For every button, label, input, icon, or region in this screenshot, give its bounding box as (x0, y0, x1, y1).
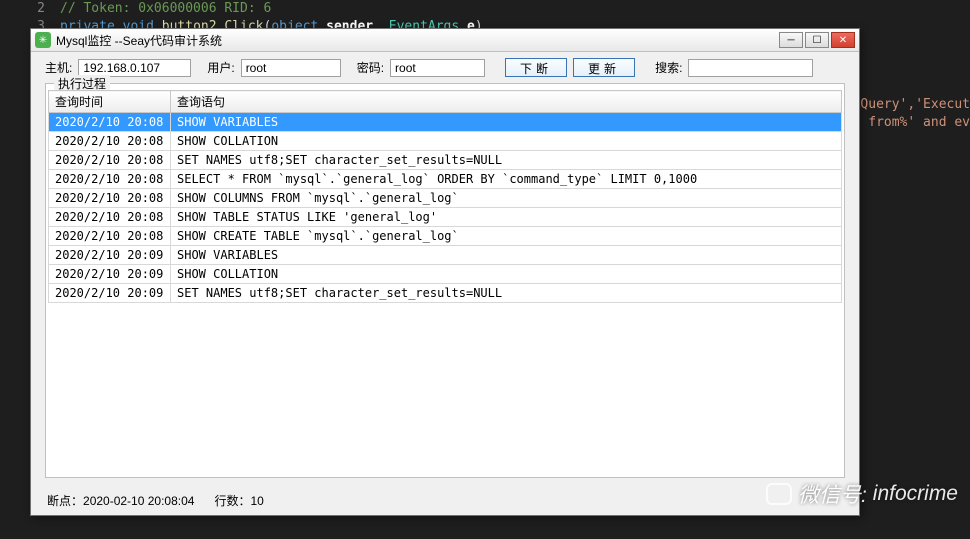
app-icon: ✳ (35, 32, 51, 48)
table-row[interactable]: 2020/2/10 20:09SET NAMES utf8;SET charac… (49, 284, 842, 303)
password-input[interactable] (390, 59, 485, 77)
cell-sql: SET NAMES utf8;SET character_set_results… (171, 284, 842, 303)
cell-time: 2020/2/10 20:08 (49, 189, 171, 208)
watermark-value: infocrime (873, 482, 958, 506)
cell-sql: SHOW CREATE TABLE `mysql`.`general_log` (171, 227, 842, 246)
search-input[interactable] (688, 59, 813, 77)
user-input[interactable] (241, 59, 341, 77)
cell-sql: SHOW COLLATION (171, 265, 842, 284)
search-label: 搜索: (655, 59, 682, 76)
cell-time: 2020/2/10 20:09 (49, 284, 171, 303)
overflow-code-text: Query','Execut from%' and ev (860, 96, 970, 132)
toolbar: 主机: 用户: 密码: 下断 更新 搜索: (31, 52, 859, 83)
title-bar[interactable]: ✳ Mysql监控 --Seay代码审计系统 ─ ☐ ✕ (31, 29, 859, 52)
user-label: 用户: (207, 59, 234, 76)
cell-time: 2020/2/10 20:08 (49, 132, 171, 151)
breakpoint-value: 2020-02-10 20:08:04 (83, 494, 194, 508)
column-header-time[interactable]: 查询时间 (49, 91, 171, 113)
table-row[interactable]: 2020/2/10 20:08SHOW CREATE TABLE `mysql`… (49, 227, 842, 246)
rowcount-label: 行数： (214, 494, 250, 508)
password-label: 密码: (357, 59, 384, 76)
status-bar: 断点：2020-02-10 20:08:04 行数：10 (31, 488, 859, 515)
cell-time: 2020/2/10 20:08 (49, 113, 171, 132)
query-log-table[interactable]: 查询时间 查询语句 2020/2/10 20:08SHOW VARIABLES2… (48, 90, 842, 303)
stop-button[interactable]: 下断 (505, 58, 567, 77)
execution-group: 执行过程 查询时间 查询语句 2020/2/10 20:08SHOW VARIA… (45, 83, 845, 478)
cell-sql: SHOW TABLE STATUS LIKE 'general_log' (171, 208, 842, 227)
refresh-button[interactable]: 更新 (573, 58, 635, 77)
cell-sql: SHOW VARIABLES (171, 113, 842, 132)
column-header-sql[interactable]: 查询语句 (171, 91, 842, 113)
maximize-button[interactable]: ☐ (805, 32, 829, 48)
table-row[interactable]: 2020/2/10 20:09SHOW VARIABLES (49, 246, 842, 265)
cell-sql: SET NAMES utf8;SET character_set_results… (171, 151, 842, 170)
cell-time: 2020/2/10 20:09 (49, 265, 171, 284)
cell-sql: SELECT * FROM `mysql`.`general_log` ORDE… (171, 170, 842, 189)
table-row[interactable]: 2020/2/10 20:08SET NAMES utf8;SET charac… (49, 151, 842, 170)
table-row[interactable]: 2020/2/10 20:08SHOW TABLE STATUS LIKE 'g… (49, 208, 842, 227)
breakpoint-label: 断点： (47, 494, 83, 508)
cell-time: 2020/2/10 20:09 (49, 246, 171, 265)
host-label: 主机: (45, 59, 72, 76)
table-row[interactable]: 2020/2/10 20:08SHOW COLUMNS FROM `mysql`… (49, 189, 842, 208)
table-row[interactable]: 2020/2/10 20:08SHOW COLLATION (49, 132, 842, 151)
table-row[interactable]: 2020/2/10 20:09SHOW COLLATION (49, 265, 842, 284)
line-number: 2 (10, 0, 60, 18)
host-input[interactable] (78, 59, 191, 77)
cell-time: 2020/2/10 20:08 (49, 227, 171, 246)
cell-time: 2020/2/10 20:08 (49, 170, 171, 189)
cell-sql: SHOW COLUMNS FROM `mysql`.`general_log` (171, 189, 842, 208)
mysql-monitor-window: ✳ Mysql监控 --Seay代码审计系统 ─ ☐ ✕ 主机: 用户: 密码:… (30, 28, 860, 516)
minimize-button[interactable]: ─ (779, 32, 803, 48)
cell-sql: SHOW COLLATION (171, 132, 842, 151)
cell-time: 2020/2/10 20:08 (49, 208, 171, 227)
cell-sql: SHOW VARIABLES (171, 246, 842, 265)
close-button[interactable]: ✕ (831, 32, 855, 48)
table-row[interactable]: 2020/2/10 20:08SHOW VARIABLES (49, 113, 842, 132)
code-comment: // Token: 0x06000006 RID: 6 (60, 0, 271, 18)
cell-time: 2020/2/10 20:08 (49, 151, 171, 170)
rowcount-value: 10 (250, 494, 263, 508)
table-row[interactable]: 2020/2/10 20:08SELECT * FROM `mysql`.`ge… (49, 170, 842, 189)
window-title: Mysql监控 --Seay代码审计系统 (56, 32, 779, 49)
